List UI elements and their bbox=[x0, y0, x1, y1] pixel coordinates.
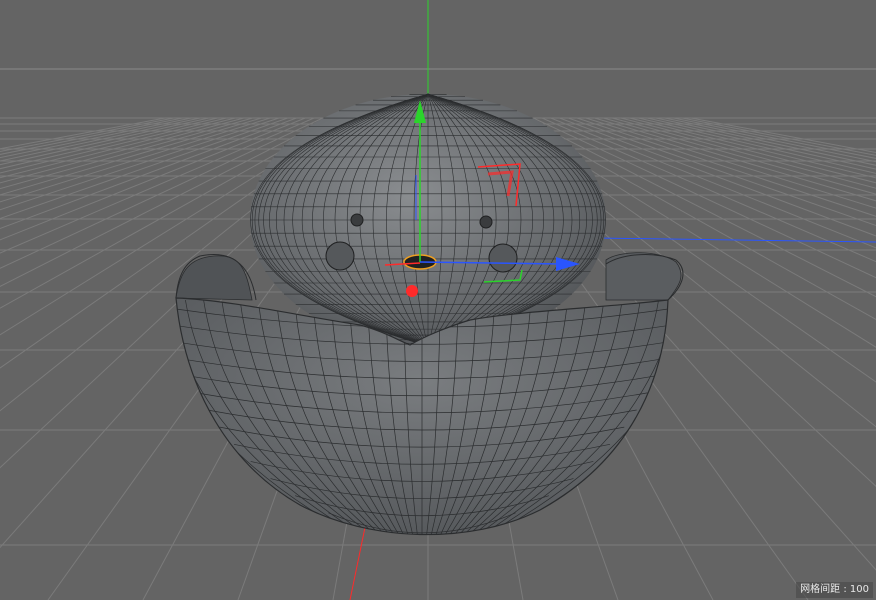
bowl-inner-right bbox=[605, 252, 682, 301]
viewport-scene[interactable] bbox=[0, 0, 876, 600]
right-cheek bbox=[488, 243, 518, 273]
right-small-eye bbox=[479, 215, 493, 229]
left-cheek bbox=[325, 241, 355, 271]
head-sphere-mesh[interactable] bbox=[250, 93, 606, 347]
grid-spacing-text: 网格间距 : 100 bbox=[800, 584, 869, 595]
gizmo-x-handle[interactable] bbox=[406, 285, 418, 297]
grid-spacing-status: 网格间距 : 100 bbox=[796, 582, 873, 598]
left-small-eye bbox=[350, 213, 364, 227]
3d-viewport[interactable]: 网格间距 : 100 bbox=[0, 0, 876, 600]
